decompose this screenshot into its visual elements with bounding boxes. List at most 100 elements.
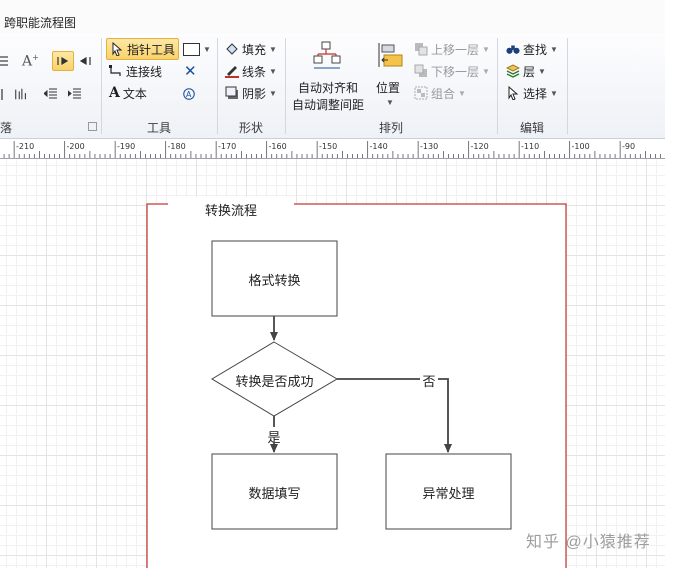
layer-button[interactable]: 层 ▼ <box>506 61 546 81</box>
text-tool-button[interactable]: A 文本 <box>109 83 147 103</box>
auto-align-label-line1: 自动对齐和 <box>298 81 359 95</box>
group-label-tools: 工具 <box>146 121 171 135</box>
bring-forward-label: 上移一层 <box>431 42 480 57</box>
chevron-down-icon: ▼ <box>269 44 277 54</box>
font-size-icon[interactable]: A+ <box>22 51 39 71</box>
connector-button[interactable]: 连接线 <box>109 61 162 81</box>
svg-text:A: A <box>186 90 192 99</box>
flowchart <box>146 197 567 568</box>
position-button[interactable]: 位置 ▼ <box>373 38 407 110</box>
ruler-label: -140 <box>370 142 388 151</box>
align-bars-icon[interactable] <box>0 84 14 104</box>
ruler-label: -190 <box>117 142 135 151</box>
shadow-icon <box>225 86 238 99</box>
fill-label: 填充 <box>242 42 267 57</box>
ruler-label: -170 <box>218 142 236 151</box>
auto-align-label-line2: 自动调整间距 <box>292 98 365 112</box>
bring-forward-icon <box>415 43 428 56</box>
group-icon <box>414 86 428 100</box>
ruler-label: -210 <box>16 142 34 151</box>
window-edge <box>665 0 693 568</box>
rectangle-shape-button[interactable]: ▼ <box>183 39 211 59</box>
group-label-partial: 落 <box>0 121 13 135</box>
decrease-indent-icon[interactable] <box>44 84 58 104</box>
ruler-label: -150 <box>319 142 337 151</box>
bring-forward-button[interactable]: 上移一层 ▼ <box>414 39 490 59</box>
chevron-down-icon: ▼ <box>203 44 211 54</box>
send-backward-icon <box>414 64 427 77</box>
chevron-down-icon: ▼ <box>550 88 558 98</box>
select-button[interactable]: 选择 ▼ <box>506 83 558 103</box>
send-backward-button[interactable]: 下移一层 ▼ <box>414 61 490 81</box>
chevron-down-icon: ▼ <box>386 98 394 107</box>
pen-line-icon <box>225 66 239 78</box>
chevron-down-icon: ▼ <box>269 66 277 76</box>
text-icon: A <box>109 85 120 101</box>
ruler-label: -160 <box>269 142 287 151</box>
rectangle-icon <box>183 42 200 56</box>
close-shape-button[interactable]: ✕ <box>184 61 197 81</box>
process-label-format: 格式转换 <box>248 274 301 289</box>
ruler-ticks: -210 -200 -190 -180 -170 -160 -150 -140 -130 -120… <box>3 141 661 158</box>
process-label-fill: 数据填写 <box>248 487 301 502</box>
ruler-label: -180 <box>168 142 186 151</box>
ruler-label: -120 <box>471 142 489 151</box>
pool-title: 转换流程 <box>204 204 257 219</box>
group-divider <box>567 38 568 134</box>
process-label-error: 异常处理 <box>422 487 475 502</box>
ruler-label: -90 <box>622 142 635 151</box>
chevron-down-icon: ▼ <box>482 66 490 76</box>
watermark: 知乎 @小猿推荐 <box>526 534 651 551</box>
close-icon: ✕ <box>184 63 197 80</box>
find-button[interactable]: 查找 ▼ <box>506 39 558 59</box>
list-icon[interactable] <box>0 51 14 71</box>
dialog-launcher-icon[interactable] <box>88 122 97 131</box>
increase-indent-icon[interactable] <box>68 84 82 104</box>
position-label: 位置 <box>376 81 401 95</box>
binoculars-icon <box>506 45 520 54</box>
position-icon <box>378 43 403 67</box>
connector-label: 连接线 <box>126 64 163 79</box>
pointer-icon <box>112 42 123 56</box>
title-bar: 跨职能流程图 <box>0 0 665 34</box>
text-direction-icon[interactable] <box>52 51 74 71</box>
send-backward-label: 下移一层 <box>431 64 480 79</box>
drawing-icon: A <box>183 88 195 100</box>
ruler-label: -130 <box>420 142 438 151</box>
paint-bucket-icon <box>226 43 238 55</box>
ruler-label: -110 <box>521 142 539 151</box>
select-label: 选择 <box>523 86 548 101</box>
yes-label: 是 <box>267 431 281 446</box>
text-tool-label: 文本 <box>122 86 147 101</box>
find-label: 查找 <box>523 42 548 57</box>
line-button[interactable]: 线条 ▼ <box>225 61 277 81</box>
group-label-arrange: 排列 <box>378 121 403 135</box>
paragraph-direction-icon[interactable] <box>78 51 92 71</box>
pointer-tool-label: 指针工具 <box>127 42 176 57</box>
drawing-tool-button[interactable]: A <box>182 84 196 104</box>
group-button[interactable]: 组合 ▼ <box>414 83 466 103</box>
horizontal-ruler[interactable]: -210 -200 -190 -180 -170 -160 -150 -140 -130 -120… <box>0 139 665 159</box>
decision-label: 转换是否成功 <box>235 375 314 390</box>
chevron-down-icon: ▼ <box>482 44 490 54</box>
drawing-canvas[interactable]: 转换流程 格式转换 转换是否成功 是 否 数据填写 异常处理 <box>0 159 665 568</box>
ruler-label: -100 <box>572 142 590 151</box>
line-label: 线条 <box>242 64 267 79</box>
chevron-down-icon: ▼ <box>538 66 546 76</box>
fill-button[interactable]: 填充 ▼ <box>225 39 277 59</box>
group-label: 组合 <box>431 86 456 101</box>
chevron-down-icon: ▼ <box>458 88 466 98</box>
chevron-down-icon: ▼ <box>550 44 558 54</box>
document-tab[interactable]: 跨职能流程图 <box>4 14 76 31</box>
ruler-label: -200 <box>67 142 85 151</box>
pointer-tool-button[interactable]: 指针工具 <box>106 38 180 60</box>
no-label: 否 <box>422 375 436 390</box>
auto-align-icon <box>313 41 341 69</box>
layer-label: 层 <box>523 64 536 79</box>
distribute-icon[interactable] <box>14 84 28 104</box>
shadow-button[interactable]: 阴影 ▼ <box>225 83 277 103</box>
layers-icon <box>506 64 520 78</box>
cursor-icon <box>508 86 519 100</box>
group-label-edit: 编辑 <box>519 121 544 135</box>
auto-align-button[interactable]: 自动对齐和 自动调整间距 <box>290 38 370 112</box>
